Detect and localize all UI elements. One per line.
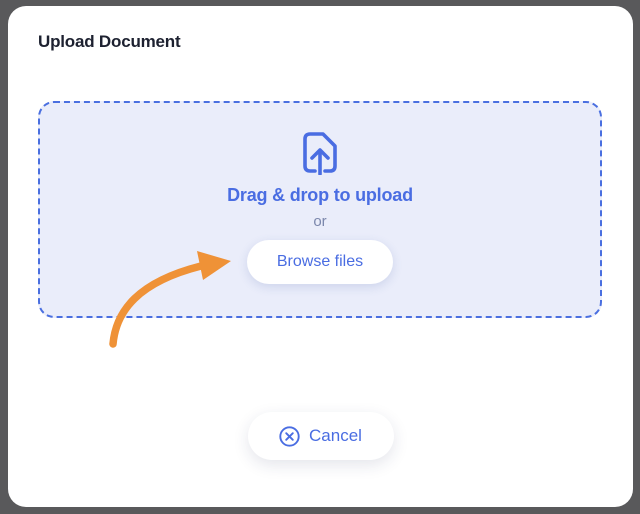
dropzone-or-separator: or: [313, 213, 327, 230]
cancel-label: Cancel: [309, 426, 362, 445]
browse-files-button[interactable]: Browse files: [247, 240, 393, 284]
browse-files-label: Browse files: [276, 253, 364, 270]
dropzone-heading: Drag & drop to upload: [227, 185, 413, 205]
drag-drop-zone[interactable]: Drag & drop to upload or Browse files: [38, 101, 602, 318]
dimmed-backdrop: Upload Document Drag & drop to upload or…: [0, 0, 640, 514]
dialog-title: Upload Document: [38, 32, 181, 51]
file-upload-icon: [303, 132, 337, 175]
upload-document-dialog: Upload Document Drag & drop to upload or…: [8, 6, 633, 507]
cancel-button[interactable]: Cancel: [247, 412, 394, 460]
x-circle-icon: [279, 425, 300, 447]
